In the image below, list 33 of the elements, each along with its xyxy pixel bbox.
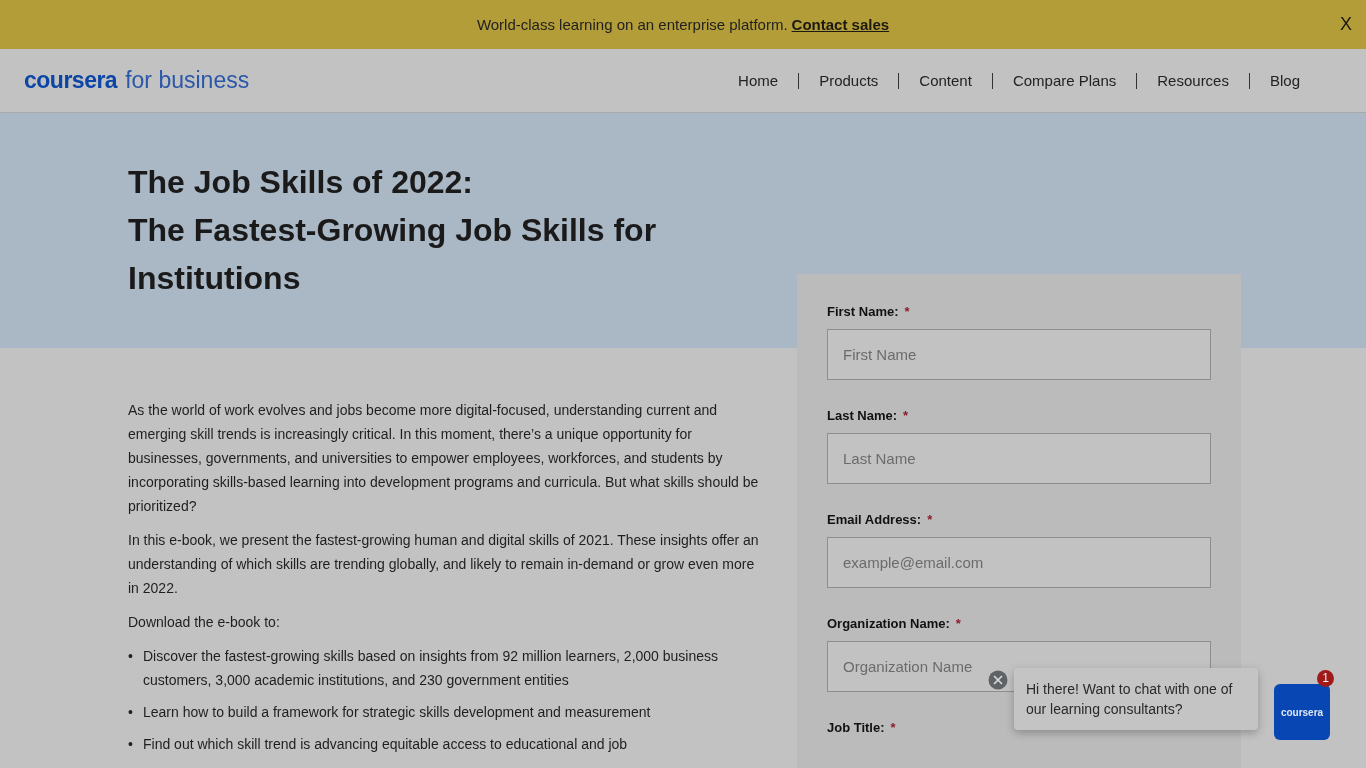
page-title: The Job Skills of 2022: bbox=[128, 163, 474, 202]
nav-link[interactable]: Products bbox=[798, 72, 899, 89]
close-button[interactable]: X bbox=[1340, 14, 1352, 35]
close-icon[interactable] bbox=[988, 670, 1008, 690]
body-paragraph: In this e-book, we present the fastest-growing human and digital skills of 2021. These insights offer an understanding of which skills are trending globally, and likely to remain in-demand or grow even more in 2022. bbox=[128, 531, 760, 598]
input-field[interactable]: Last Name bbox=[827, 433, 1211, 484]
bullet-marker: • bbox=[128, 735, 134, 754]
field-label: Last Name: * bbox=[827, 408, 910, 423]
field-label: First Name: * bbox=[827, 304, 911, 319]
bullet-item: Learn how to build a framework for strategic skills development and measurement bbox=[143, 703, 652, 722]
field-label: Organization Name: * bbox=[827, 616, 962, 631]
nav-link[interactable]: Resources bbox=[1136, 72, 1249, 89]
body-paragraph: Download the e-book to: bbox=[128, 613, 281, 632]
nav-link[interactable]: Content bbox=[898, 72, 992, 89]
field-label: Job Title: * bbox=[827, 720, 897, 735]
chat-button[interactable]: coursera bbox=[1274, 684, 1330, 740]
logo-tagline: for business bbox=[125, 67, 250, 94]
body-paragraph: As the world of work evolves and jobs become more digital-focused, understanding current and emerging skill trends is increasingly critical. In this moment, there’s a unique opportunity for businesses, governments, and universities to empower employees, workforces, and students by incorporating skills-based learning into development programs and curricula. But what skills should be prioritized? bbox=[128, 401, 760, 516]
input-field[interactable]: example@email.com bbox=[827, 537, 1211, 588]
bullet-item: Find out which skill trend is advancing equitable access to educational and job bbox=[143, 735, 629, 754]
field-label: Email Address: * bbox=[827, 512, 934, 527]
nav-link[interactable]: Home bbox=[718, 72, 799, 89]
bullet-marker: • bbox=[128, 647, 134, 666]
page-title: The Fastest-Growing Job Skills for Institutions bbox=[128, 211, 658, 298]
contact-sales-link[interactable]: Contact sales bbox=[791, 16, 890, 33]
bullet-item: Discover the fastest-growing skills based on insights from 92 million learners, 2,000 business customers, 3,000 academic institutions, and 230 government entities bbox=[143, 647, 720, 690]
nav-link[interactable]: Blog bbox=[1248, 72, 1320, 89]
notification-badge: 1 bbox=[1317, 670, 1334, 687]
nav-link[interactable]: Compare Plans bbox=[991, 72, 1137, 89]
banner-text: World-class learning on an enterprise platform. bbox=[476, 16, 788, 33]
logo-wordmark: coursera bbox=[24, 67, 118, 94]
bullet-marker: • bbox=[128, 703, 134, 722]
input-field[interactable]: First Name bbox=[827, 329, 1211, 380]
